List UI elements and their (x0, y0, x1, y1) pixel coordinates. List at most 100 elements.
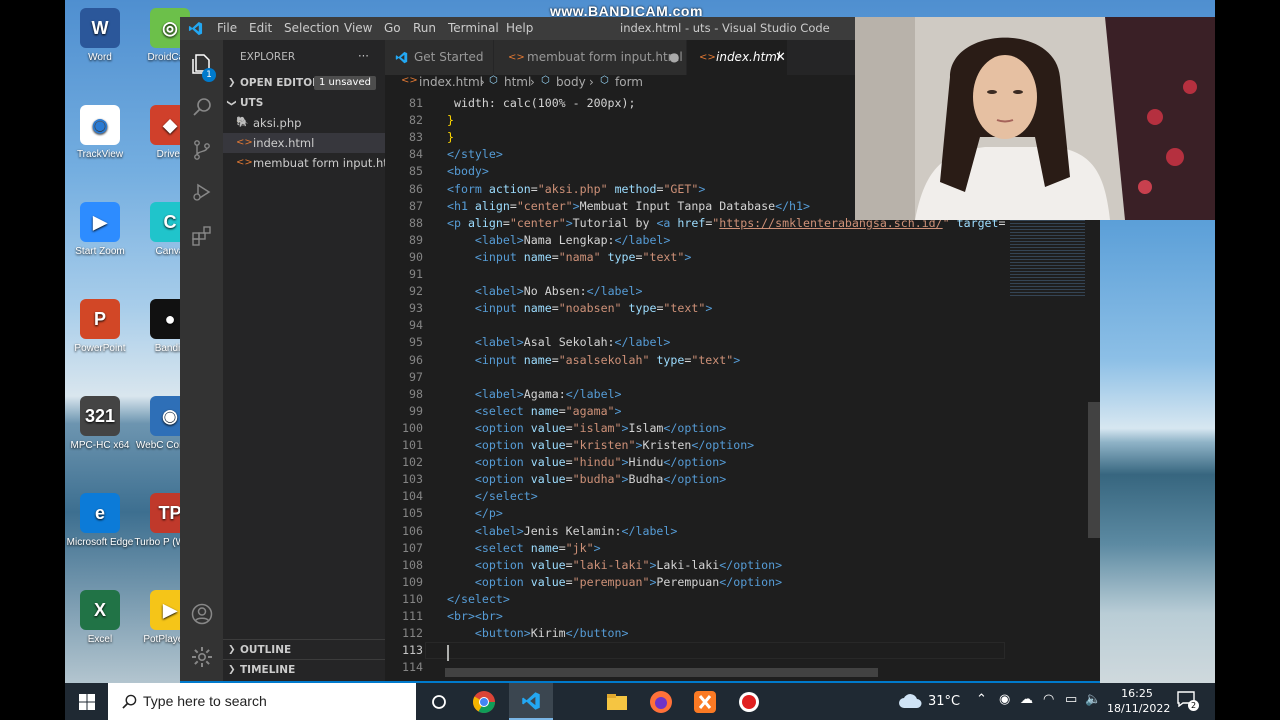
line-number: 85 (409, 164, 423, 179)
explorer-more-button[interactable]: ··· (358, 46, 378, 66)
line-number: 101 (402, 438, 423, 452)
line-number: 84 (409, 147, 423, 162)
account-icon[interactable] (190, 602, 214, 626)
search-icon (122, 694, 137, 709)
taskbar-clock[interactable]: 16:25 18/11/2022 (1107, 686, 1170, 716)
line-number: 104 (402, 489, 423, 504)
tab-get-started[interactable]: Get Started (385, 40, 493, 75)
run-debug-icon[interactable] (190, 180, 214, 204)
chrome-icon[interactable] (471, 689, 497, 715)
tab-index-html[interactable]: <> index.html ✕ (687, 40, 787, 75)
line-number: 87 (409, 198, 423, 213)
breadcrumb-item[interactable]: html (504, 75, 531, 89)
file-membuat-form[interactable]: <> membuat form input.ht... (223, 153, 399, 173)
desktop-icon[interactable]: P PowerPoint (60, 299, 140, 354)
vertical-scrollbar[interactable] (1088, 402, 1100, 538)
settings-gear-icon[interactable] (190, 645, 214, 669)
windows-start-icon[interactable] (79, 694, 95, 710)
unsaved-dot-icon[interactable]: ● (669, 40, 679, 75)
file-aksi-php[interactable]: 🐘 aksi.php (223, 113, 385, 133)
chevron-right-icon: › (589, 75, 594, 89)
desktop-icon[interactable]: e Microsoft Edge (60, 493, 140, 548)
firefox-icon[interactable] (648, 689, 674, 715)
timeline-label: TIMELINE (240, 664, 296, 676)
menu-edit[interactable]: Edit (249, 21, 272, 35)
code-line: </select> (474, 489, 538, 504)
line-number: 100 (402, 420, 423, 435)
folder-label: UTS (240, 97, 264, 109)
menu-view[interactable]: View (344, 21, 372, 35)
search-icon[interactable] (190, 95, 214, 119)
code-line: <input name="asalsekolah" type="text"> (474, 352, 741, 367)
wifi-icon[interactable]: ◠ (1043, 692, 1054, 707)
extensions-icon[interactable] (190, 224, 214, 248)
chevron-up-icon[interactable]: ⌃ (976, 692, 987, 707)
menu-terminal[interactable]: Terminal (448, 21, 499, 35)
code-line: <label>Jenis Kelamin:</label> (474, 523, 678, 538)
outline-section[interactable]: ❯ OUTLINE (223, 639, 385, 660)
line-number: 89 (409, 232, 423, 247)
folder-uts[interactable]: ❯ UTS (223, 93, 385, 113)
task-view-icon[interactable] (426, 689, 452, 715)
taskbar-vscode-active[interactable] (509, 683, 553, 720)
desktop-icon-label: Excel (87, 634, 113, 645)
battery-icon[interactable]: ▭ (1065, 692, 1077, 707)
element-icon: ⬡ (600, 75, 609, 86)
activity-bar: 1 (180, 40, 223, 683)
minimap[interactable] (1005, 217, 1100, 683)
explorer-badge: 1 (202, 68, 216, 82)
menu-run[interactable]: Run (413, 21, 436, 35)
timeline-section[interactable]: ❯ TIMELINE (223, 659, 385, 680)
line-number: 108 (402, 557, 423, 572)
file-label: index.html (253, 136, 315, 150)
volume-icon[interactable]: 🔈 (1085, 692, 1101, 707)
code-line: <option value="hindu">Hindu</option> (474, 455, 727, 470)
menu-help[interactable]: Help (506, 21, 533, 35)
desktop-icon[interactable]: ▶ Start Zoom (60, 202, 140, 257)
menu-selection[interactable]: Selection (284, 21, 339, 35)
xampp-icon[interactable] (692, 689, 718, 715)
code-line: <option value="laki-laki">Laki-laki</opt… (474, 557, 783, 572)
taskbar-search-box[interactable]: Type here to search (108, 683, 416, 720)
line-number: 106 (402, 523, 423, 538)
code-line: <button>Kirim</button> (474, 626, 629, 641)
html-icon: <> (508, 52, 525, 63)
file-label: aksi.php (253, 116, 302, 130)
open-editors-section[interactable]: ❯ OPEN EDITORS 1 unsaved (223, 73, 385, 93)
weather-temp[interactable]: 31°C (928, 694, 960, 709)
desktop-icon[interactable]: W Word (60, 8, 140, 63)
close-icon[interactable]: ✕ (775, 40, 786, 75)
code-line: width: calc(100% - 200px); (447, 96, 636, 110)
menu-go[interactable]: Go (384, 21, 401, 35)
horizontal-scrollbar[interactable] (445, 668, 878, 677)
source-control-icon[interactable] (190, 138, 214, 162)
bandicam-record-icon[interactable] (736, 689, 762, 715)
element-icon: ⬡ (489, 75, 498, 86)
html-icon: <> (236, 157, 253, 168)
breadcrumb-item[interactable]: form (615, 75, 643, 89)
menu-file[interactable]: File (217, 21, 237, 35)
tab-membuat-form[interactable]: <> membuat form input.html ● (494, 40, 686, 75)
desktop-icon[interactable]: ◉ TrackView (60, 105, 140, 160)
html-icon: <> (236, 137, 253, 148)
vscode-logo-icon (395, 51, 408, 64)
breadcrumb-item[interactable]: index.html (419, 75, 483, 89)
code-line: <input name="nama" type="text"> (474, 249, 692, 264)
notification-center[interactable]: 2 (1177, 691, 1199, 711)
desktop-icon[interactable]: 321 MPC-HC x64 (60, 396, 140, 451)
webcam-tray-icon[interactable]: ◉ (999, 692, 1010, 707)
explorer-sidebar: EXPLORER ··· ❯ OPEN EDITORS 1 unsaved ❯ … (223, 40, 399, 683)
file-explorer-icon[interactable] (604, 689, 630, 715)
onedrive-icon[interactable]: ☁ (1020, 692, 1033, 707)
line-number: 110 (402, 591, 423, 606)
letterbox-left (0, 0, 65, 720)
unsaved-badge: 1 unsaved (314, 76, 376, 90)
tab-label: index.html (716, 50, 781, 64)
chevron-right-icon: ❯ (228, 78, 236, 88)
weather-cloud-icon[interactable] (898, 693, 922, 709)
line-number: 111 (402, 609, 423, 623)
desktop-icon[interactable]: X Excel (60, 590, 140, 645)
webcam-person-image (855, 17, 1215, 220)
breadcrumb-item[interactable]: body (556, 75, 586, 89)
file-index-html[interactable]: <> index.html (223, 133, 385, 153)
